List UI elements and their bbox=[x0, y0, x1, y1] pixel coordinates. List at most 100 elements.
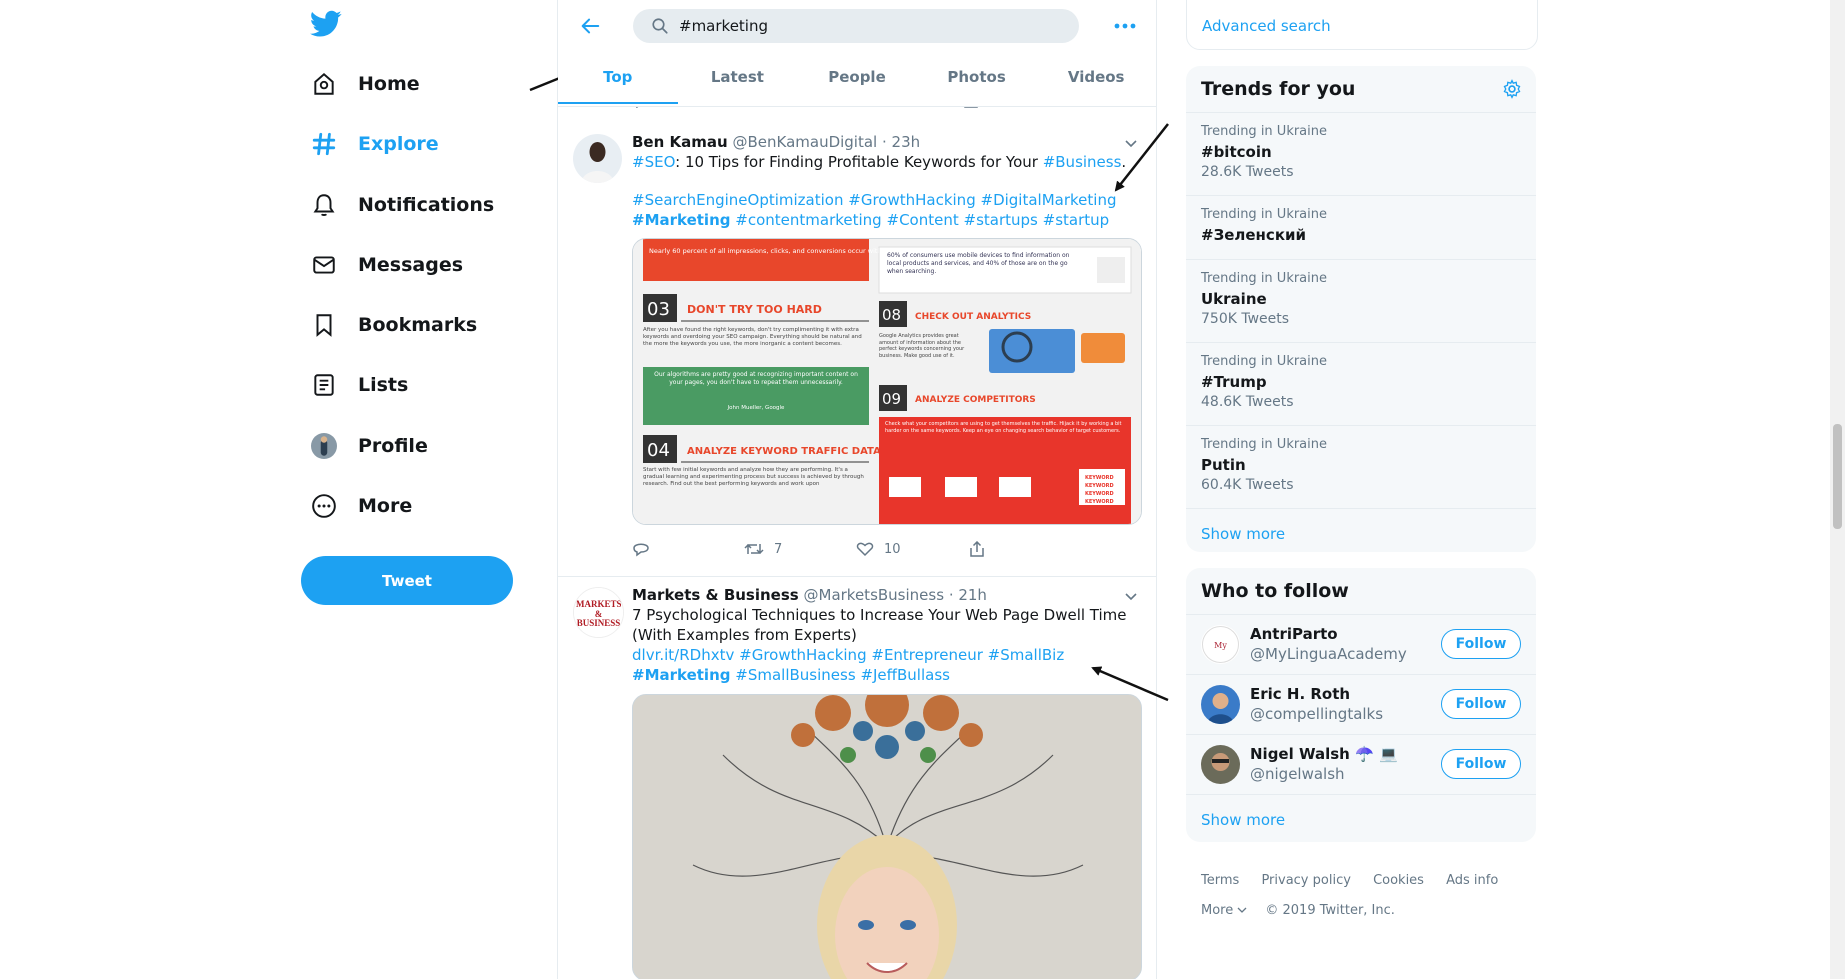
author-name[interactable]: Markets & Business bbox=[632, 586, 799, 604]
like-count: 10 bbox=[884, 541, 901, 557]
hashtag-link[interactable]: #DigitalMarketing bbox=[981, 191, 1117, 209]
hashtag-link[interactable]: #JeffBullass bbox=[860, 666, 950, 684]
trend-context: Trending in Ukraine bbox=[1201, 207, 1328, 222]
advanced-search-link[interactable]: Advanced search bbox=[1202, 17, 1331, 35]
trend-item[interactable]: Trending in Ukraine Putin 60.4K Tweets bbox=[1186, 426, 1536, 509]
gear-icon[interactable] bbox=[1502, 79, 1522, 99]
suggestion-handle: @nigelwalsh bbox=[1250, 765, 1345, 783]
reply-button[interactable] bbox=[632, 541, 744, 557]
follow-suggestion[interactable]: Nigel Walsh ☂️ 💻 @nigelwalsh Follow bbox=[1186, 735, 1536, 795]
tab-photos[interactable]: Photos bbox=[917, 58, 1037, 104]
avatar[interactable] bbox=[573, 134, 622, 183]
hashtag-link[interactable]: #SmallBusiness bbox=[735, 666, 855, 684]
like-button[interactable]: 10 bbox=[856, 541, 968, 557]
hashtag-link[interactable]: #SEO bbox=[632, 153, 675, 171]
trend-count: 48.6K Tweets bbox=[1201, 394, 1294, 410]
trend-item[interactable]: Trending in Ukraine #Trump 48.6K Tweets bbox=[1186, 343, 1536, 426]
tweet-image-photo[interactable] bbox=[632, 694, 1142, 979]
follow-button[interactable]: Follow bbox=[1441, 689, 1521, 719]
nav-profile[interactable]: Profile bbox=[310, 426, 428, 466]
footer-link-terms[interactable]: Terms bbox=[1201, 873, 1239, 888]
search-filters-card: Advanced search bbox=[1186, 0, 1538, 50]
who-to-follow-show-more-link[interactable]: Show more bbox=[1186, 795, 1536, 842]
tab-latest[interactable]: Latest bbox=[678, 58, 798, 104]
avatar[interactable]: MARKETS & BUSINESS bbox=[573, 587, 624, 638]
tweet-button[interactable]: Tweet bbox=[301, 556, 513, 605]
hashtag-link[interactable]: #startups bbox=[964, 211, 1038, 229]
nav-explore[interactable]: Explore bbox=[310, 124, 439, 164]
trend-context: Trending in Ukraine bbox=[1201, 354, 1328, 369]
page-scrollbar[interactable] bbox=[1830, 0, 1845, 979]
trend-item[interactable]: Trending in Ukraine Ukraine 750K Tweets bbox=[1186, 260, 1536, 343]
footer-link-ads-info[interactable]: Ads info bbox=[1446, 873, 1498, 888]
hashtag-link[interactable]: #startup bbox=[1043, 211, 1110, 229]
more-options-icon[interactable] bbox=[1110, 12, 1140, 40]
tweet-body: Ben Kamau @BenKamauDigital · 23h #SEO: 1… bbox=[632, 132, 1142, 564]
section-title: ANALYZE KEYWORD TRAFFIC DATA bbox=[687, 446, 881, 457]
hashtag-link[interactable]: #Business bbox=[1043, 153, 1122, 171]
retweet-button[interactable]: 7 bbox=[744, 541, 856, 557]
tweet-text: #SEO: 10 Tips for Finding Profitable Key… bbox=[632, 152, 1142, 172]
search-input[interactable] bbox=[677, 16, 1061, 36]
author-name[interactable]: Ben Kamau bbox=[632, 133, 728, 151]
footer-link-cookies[interactable]: Cookies bbox=[1373, 873, 1424, 888]
footer-link-privacy[interactable]: Privacy policy bbox=[1261, 873, 1350, 888]
nav-more-label: More bbox=[358, 495, 413, 517]
author-handle[interactable]: @BenKamauDigital bbox=[732, 133, 877, 151]
tweet-hashtags: dlvr.it/RDhxtv #GrowthHacking #Entrepren… bbox=[632, 645, 1142, 685]
nav-home[interactable]: Home bbox=[310, 64, 420, 104]
avatar[interactable] bbox=[1201, 745, 1240, 784]
scrollbar-thumb[interactable] bbox=[1833, 424, 1842, 529]
hashtag-link[interactable]: #Content bbox=[887, 211, 959, 229]
hashtag-link[interactable]: #SearchEngineOptimization bbox=[632, 191, 843, 209]
trend-item[interactable]: Trending in Ukraine #bitcoin 28.6K Tweet… bbox=[1186, 113, 1536, 196]
hashtag-link[interactable]: #contentmarketing bbox=[735, 211, 881, 229]
follow-suggestion[interactable]: My AntriParto @MyLinguaAcademy Follow bbox=[1186, 615, 1536, 675]
trends-show-more-link[interactable]: Show more bbox=[1186, 509, 1536, 552]
tab-people[interactable]: People bbox=[797, 58, 917, 104]
hashtag-link[interactable]: #SmallBiz bbox=[988, 646, 1065, 664]
chevron-down-icon[interactable] bbox=[1237, 906, 1247, 914]
trend-name: #bitcoin bbox=[1201, 143, 1272, 161]
tweet-time[interactable]: · 21h bbox=[949, 586, 987, 604]
nav-messages[interactable]: Messages bbox=[310, 245, 463, 285]
chevron-down-icon[interactable] bbox=[1122, 587, 1140, 605]
hashtag-link[interactable]: #Entrepreneur bbox=[871, 646, 983, 664]
tweet[interactable]: MARKETS & BUSINESS Markets & Business @M… bbox=[558, 577, 1156, 979]
tab-top[interactable]: Top bbox=[558, 58, 678, 104]
tweet-header: Ben Kamau @BenKamauDigital · 23h bbox=[632, 132, 1142, 152]
nav-notifications[interactable]: Notifications bbox=[310, 185, 494, 225]
hashtag-link[interactable]: #GrowthHacking bbox=[739, 646, 866, 664]
share-button[interactable] bbox=[968, 541, 1080, 557]
back-arrow-icon[interactable] bbox=[576, 12, 604, 40]
footer-more-link[interactable]: More bbox=[1201, 903, 1233, 918]
keyword-label: KEYWORD bbox=[1085, 483, 1114, 489]
follow-button[interactable]: Follow bbox=[1441, 629, 1521, 659]
tweet[interactable]: Ben Kamau @BenKamauDigital · 23h #SEO: 1… bbox=[558, 124, 1156, 577]
tweet-time[interactable]: · 23h bbox=[882, 133, 920, 151]
twitter-logo-icon[interactable] bbox=[310, 10, 342, 42]
hashtag-link[interactable]: #Marketing bbox=[632, 666, 731, 684]
svg-text:My: My bbox=[1214, 641, 1227, 650]
trend-context: Trending in Ukraine bbox=[1201, 124, 1328, 139]
tab-videos[interactable]: Videos bbox=[1036, 58, 1156, 104]
trend-name: Putin bbox=[1201, 456, 1246, 474]
avatar[interactable] bbox=[1201, 685, 1240, 724]
nav-bookmarks[interactable]: Bookmarks bbox=[310, 305, 477, 345]
avatar[interactable]: My bbox=[1201, 625, 1240, 664]
nav-more[interactable]: More bbox=[310, 486, 412, 526]
author-handle[interactable]: @MarketsBusiness bbox=[804, 586, 945, 604]
search-bar[interactable] bbox=[633, 9, 1079, 43]
follow-suggestion[interactable]: Eric H. Roth @compellingtalks Follow bbox=[1186, 675, 1536, 735]
hashtag-link[interactable]: dlvr.it/RDhxtv bbox=[632, 646, 734, 664]
follow-button[interactable]: Follow bbox=[1441, 749, 1521, 779]
chevron-down-icon[interactable] bbox=[1122, 134, 1140, 152]
trend-item[interactable]: Trending in Ukraine #Зеленский bbox=[1186, 196, 1536, 260]
heart-icon bbox=[856, 542, 874, 557]
tweet-image-infographic[interactable]: Nearly 60 percent of all impressions, cl… bbox=[632, 238, 1142, 525]
nav-lists[interactable]: Lists bbox=[310, 365, 408, 405]
hashtag-link[interactable]: #Marketing bbox=[632, 211, 731, 229]
more-circle-icon bbox=[310, 492, 338, 520]
hashtag-link[interactable]: #GrowthHacking bbox=[848, 191, 975, 209]
nav-lists-label: Lists bbox=[358, 374, 409, 396]
